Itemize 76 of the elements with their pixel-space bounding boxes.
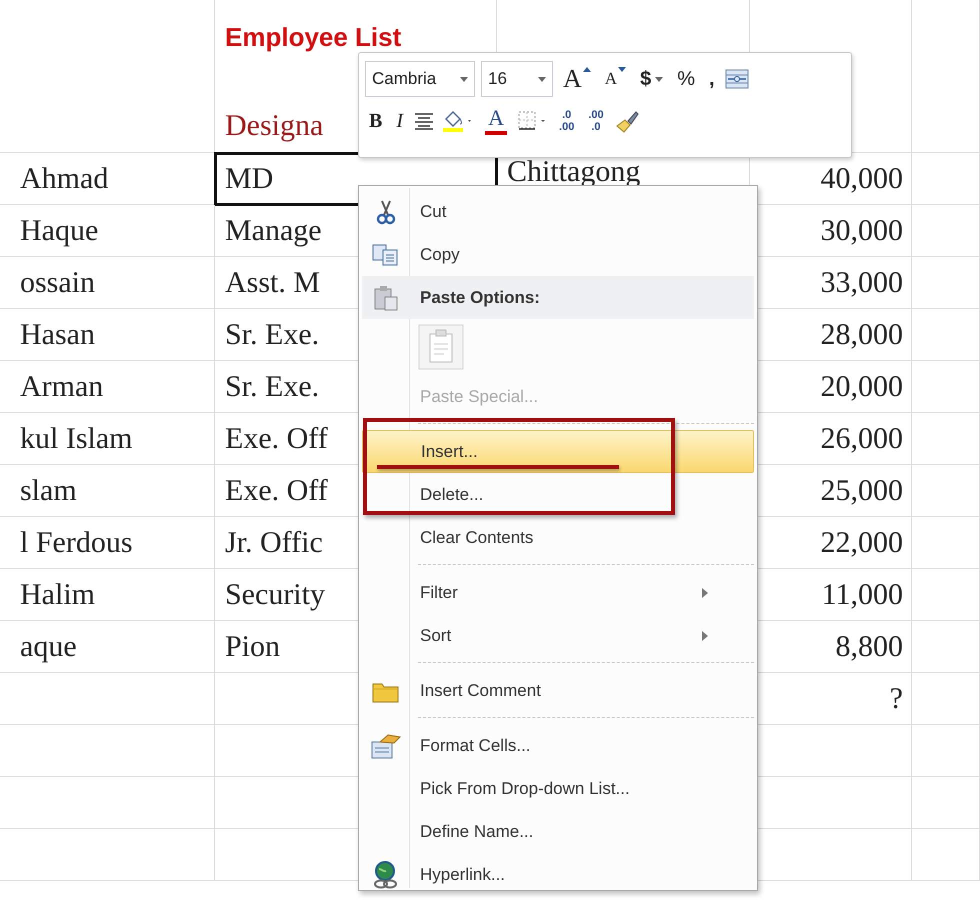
- triangle-up-icon: [582, 67, 591, 72]
- grow-font-button[interactable]: A: [559, 63, 595, 95]
- table-cell: Sr. Exe.: [225, 318, 320, 352]
- table-cell: 20,000: [820, 370, 903, 404]
- table-cell: Sr. Exe.: [225, 370, 320, 404]
- table-cell: Security: [225, 578, 325, 612]
- table-cell: Jr. Offic: [225, 526, 323, 560]
- italic-button[interactable]: I: [392, 105, 408, 137]
- empty-cell: [912, 777, 980, 829]
- bold-button[interactable]: B: [365, 105, 386, 137]
- paste-options-heading: Paste Options:: [419, 288, 540, 308]
- merge-center-icon[interactable]: [724, 69, 749, 89]
- table-cell: 28,000: [820, 318, 903, 352]
- font-size-dropdown[interactable]: 16: [481, 61, 553, 97]
- caret-icon: [460, 76, 468, 82]
- table-cell: Hasan: [20, 318, 95, 352]
- menu-item[interactable]: Cut: [362, 190, 754, 233]
- format-cells-icon: [370, 732, 402, 760]
- menu-item[interactable]: Filter: [362, 571, 754, 614]
- table-cell: 11,000: [822, 578, 903, 612]
- currency-button[interactable]: $: [636, 63, 668, 95]
- table-cell: kul Islam: [20, 422, 132, 456]
- increase-decimal-button[interactable]: .0 .00: [555, 105, 578, 137]
- menu-item[interactable]: Clear Contents: [362, 516, 754, 559]
- sheet-title: Employee List: [225, 21, 402, 53]
- clipboard-icon: [372, 284, 400, 312]
- font-name-dropdown[interactable]: Cambria: [365, 61, 475, 97]
- paintbrush-icon[interactable]: [614, 109, 640, 133]
- table-cell: 25,000: [820, 474, 903, 508]
- caret-icon: [538, 76, 546, 82]
- table-cell: 8,800: [836, 630, 903, 664]
- table-cell: 30,000: [820, 214, 903, 248]
- table-cell: Arman: [20, 370, 104, 404]
- table-cell: Pion: [225, 630, 280, 664]
- table-cell: Ahmad: [20, 162, 108, 196]
- menu-item[interactable]: Hyperlink...: [362, 853, 754, 896]
- menu-item[interactable]: Sort: [362, 614, 754, 657]
- comma-button[interactable]: ,: [704, 63, 719, 95]
- table-cell: l Ferdous: [20, 526, 132, 560]
- table-cell: ?: [890, 682, 903, 716]
- submenu-arrow-icon: [701, 630, 709, 642]
- caret-icon: [655, 76, 664, 82]
- table-cell: 40,000: [820, 162, 903, 196]
- table-cell: aque: [20, 630, 77, 664]
- menu-item[interactable]: Define Name...: [362, 810, 754, 853]
- center-align-icon[interactable]: [413, 111, 436, 131]
- table-cell: slam: [20, 474, 77, 508]
- shrink-font-button[interactable]: A: [600, 63, 630, 95]
- empty-cell: [912, 100, 980, 153]
- menu-item[interactable]: Delete...: [362, 473, 754, 516]
- table-cell: Manage: [225, 214, 322, 248]
- table-cell: Halim: [20, 578, 95, 612]
- percent-button[interactable]: %: [673, 63, 699, 95]
- menu-item[interactable]: Format Cells...: [362, 724, 754, 767]
- table-cell: Chittagong: [507, 155, 640, 189]
- table-cell: Exe. Off: [225, 474, 328, 508]
- table-cell: 26,000: [820, 422, 903, 456]
- submenu-arrow-icon: [701, 586, 709, 598]
- menu-item[interactable]: Copy: [362, 233, 754, 276]
- triangle-down-icon: [618, 67, 626, 72]
- table-cell: MD: [225, 162, 274, 196]
- column-header: Designa: [225, 109, 324, 143]
- table-cell: Haque: [20, 214, 98, 248]
- menu-item[interactable]: Pick From Drop-down List...: [362, 767, 754, 810]
- table-cell: Asst. M: [225, 266, 320, 300]
- menu-item[interactable]: Insert...: [362, 430, 754, 473]
- scissors-icon: [375, 198, 397, 224]
- empty-cell: [912, 725, 980, 777]
- font-color-button[interactable]: A: [481, 105, 512, 137]
- decrease-decimal-button[interactable]: .00 .0: [584, 105, 608, 137]
- table-cell: 22,000: [820, 526, 903, 560]
- table-cell: Exe. Off: [225, 422, 328, 456]
- table-cell: ossain: [20, 266, 95, 300]
- table-cell: 33,000: [820, 266, 903, 300]
- menu-item[interactable]: Insert Comment: [362, 669, 754, 712]
- empty-cell: [912, 829, 980, 881]
